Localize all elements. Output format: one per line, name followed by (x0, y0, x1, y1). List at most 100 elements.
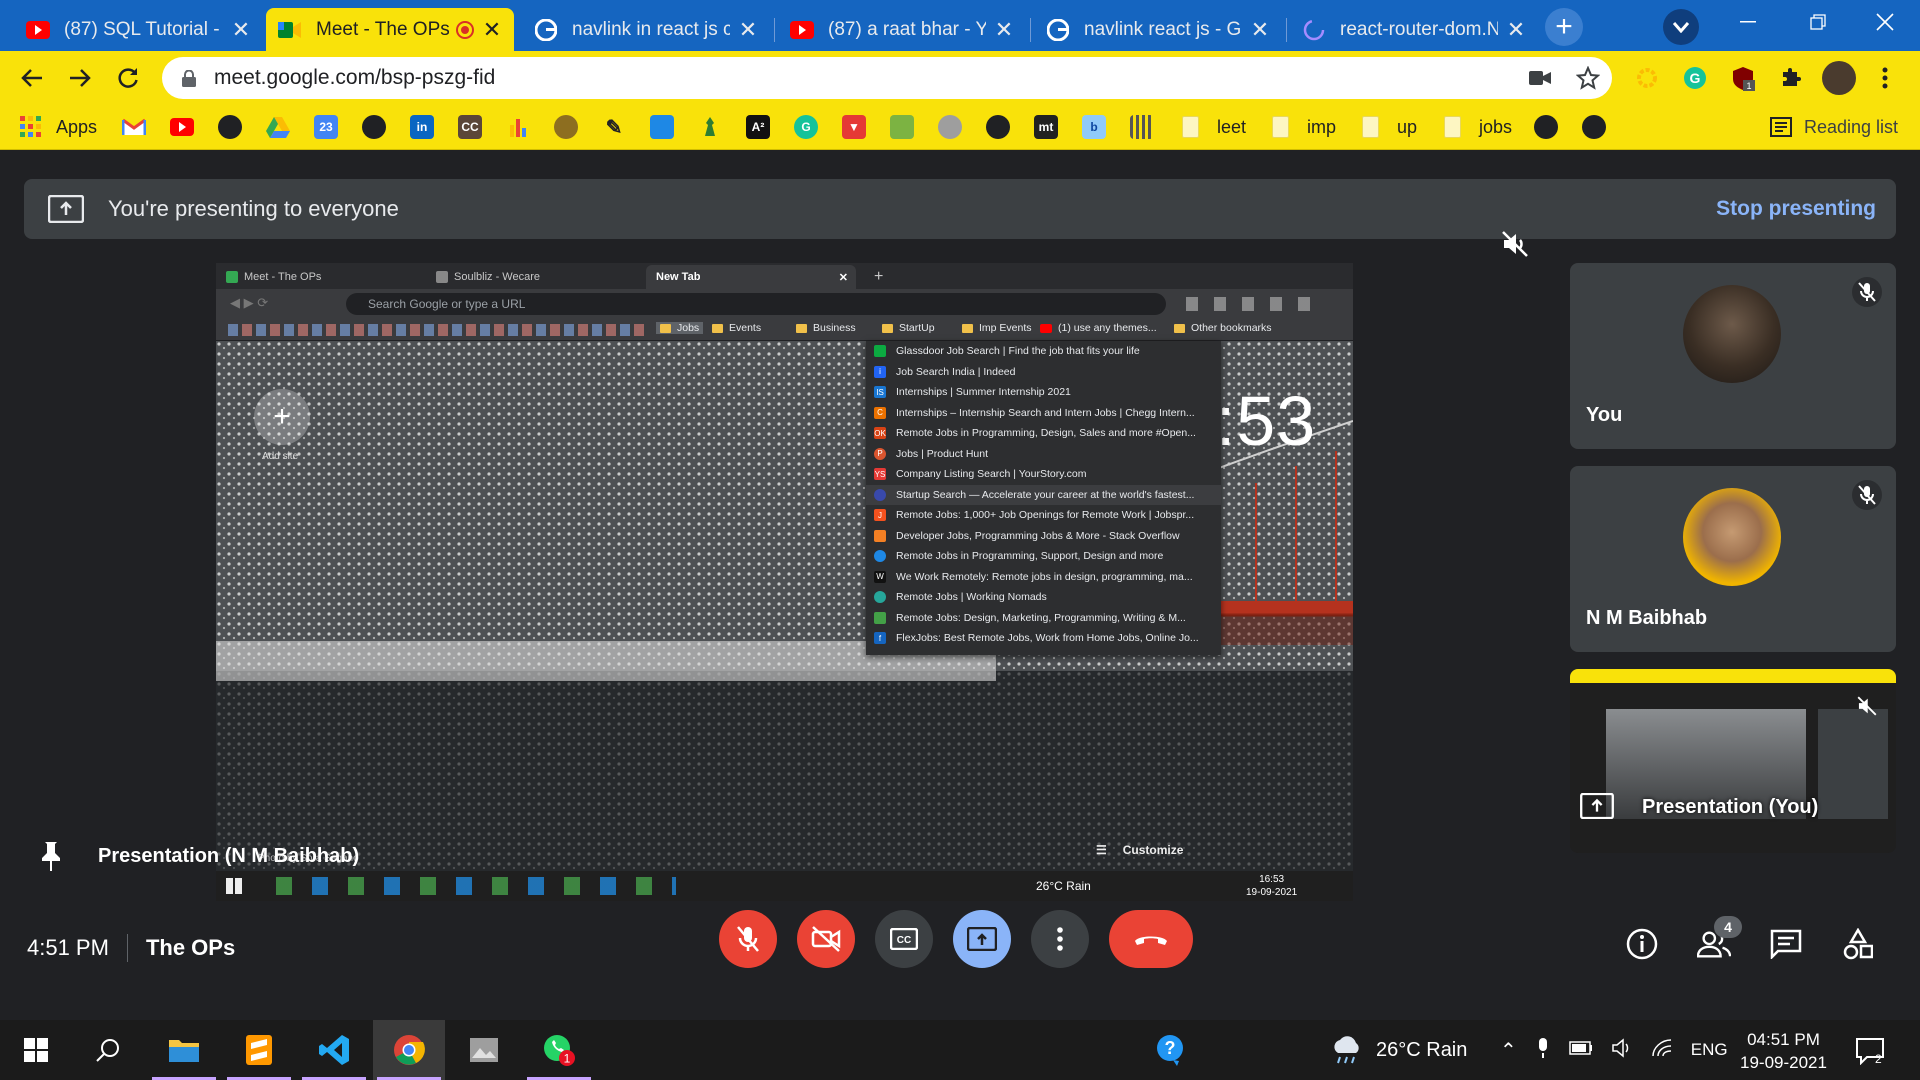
mic-toggle-button[interactable] (719, 910, 777, 968)
bookmark-folder-up[interactable]: up (1362, 114, 1417, 140)
participant-tile-you[interactable]: You (1570, 263, 1896, 449)
bookmark-gmail[interactable] (122, 114, 146, 140)
wifi-icon[interactable] (1651, 1038, 1673, 1063)
taskbar-sublime[interactable] (223, 1020, 295, 1080)
windows-icon (24, 1038, 48, 1062)
camera-toggle-button[interactable] (797, 910, 855, 968)
address-bar[interactable]: meet.google.com/bsp-pszg-fid (162, 57, 1612, 99)
notification-count: 2 (1875, 1052, 1882, 1065)
bookmark-folder-imp[interactable]: imp (1272, 114, 1336, 140)
bookmark-grammarly[interactable]: G (794, 114, 818, 140)
bookmark-codechef[interactable]: CC (458, 114, 482, 140)
language-indicator[interactable]: ENG (1691, 1040, 1728, 1060)
microphone-icon[interactable] (1537, 1037, 1549, 1063)
taskbar-chrome[interactable] (373, 1020, 445, 1080)
tab-react-router-dom[interactable]: react-router-dom.N ✕ (1290, 8, 1538, 51)
grammarly-icon[interactable]: G (1680, 63, 1710, 93)
bookmark-site-9[interactable] (938, 114, 962, 140)
bookmark-site-5[interactable] (698, 114, 722, 140)
bookmark-folder-leet[interactable]: leet (1182, 114, 1246, 140)
ok-icon: OK (874, 427, 886, 440)
bookmark-folder-jobs[interactable]: jobs (1444, 114, 1512, 140)
bookmark-site-13[interactable] (1130, 114, 1154, 140)
shared-tab-title: Soulbliz - Wecare (454, 271, 540, 283)
help-button[interactable]: ? (1134, 1020, 1206, 1080)
close-icon[interactable]: ✕ (994, 17, 1014, 43)
bookmark-site-10[interactable] (986, 114, 1010, 140)
reload-button[interactable] (106, 51, 150, 104)
present-now-button[interactable] (953, 910, 1011, 968)
more-options-button[interactable] (1031, 910, 1089, 968)
bookmark-youtube[interactable] (170, 114, 194, 140)
extension-gear-icon[interactable] (1632, 63, 1662, 93)
chevron-up-icon[interactable]: ⌃ (1500, 1038, 1517, 1063)
chat-button[interactable] (1769, 927, 1803, 961)
taskbar-photos[interactable] (448, 1020, 520, 1080)
start-button[interactable] (0, 1020, 72, 1080)
new-tab-button[interactable]: + (1545, 8, 1583, 46)
bookmark-site-1[interactable] (218, 114, 242, 140)
close-icon[interactable]: ✕ (1250, 17, 1270, 43)
shared-bm-label: Jobs (677, 322, 700, 334)
bookmark-drive[interactable] (266, 114, 290, 140)
participant-tile-presentation[interactable]: Presentation (You) (1570, 669, 1896, 853)
tab-separator (1286, 18, 1287, 42)
ublock-icon[interactable]: 1 (1728, 63, 1758, 93)
search-icon (96, 1039, 119, 1062)
bookmark-site-6[interactable]: A² (746, 114, 770, 140)
menu-kebab-icon[interactable] (1870, 63, 1900, 93)
bookmark-apps[interactable]: Apps (20, 114, 97, 140)
bookmark-site-15[interactable] (1582, 114, 1606, 140)
bookmark-site-4[interactable] (650, 114, 674, 140)
speaker-muted-icon (1852, 691, 1882, 721)
bookmark-site-7[interactable]: ▼ (842, 114, 866, 140)
close-icon[interactable]: ✕ (1506, 17, 1526, 43)
volume-icon[interactable] (1611, 1037, 1633, 1063)
reading-list-button[interactable]: Reading list (1770, 114, 1898, 140)
meeting-details-button[interactable] (1625, 927, 1659, 961)
bookmark-site-3[interactable]: ✎ (602, 114, 626, 140)
bookmark-linkedin[interactable]: in (410, 114, 434, 140)
restore-icon[interactable] (1783, 0, 1853, 44)
camera-icon[interactable] (1525, 63, 1555, 93)
bookmark-calendar[interactable]: 23 (314, 114, 338, 140)
tab-raat-bhar[interactable]: (87) a raat bhar - Yo ✕ (778, 8, 1026, 51)
bookmark-github[interactable] (362, 114, 386, 140)
tab-navlink-google[interactable]: navlink react js - Go ✕ (1034, 8, 1282, 51)
tab-sql-tutorial[interactable]: (87) SQL Tutorial - F ✕ (14, 8, 263, 51)
extensions-puzzle-icon[interactable] (1776, 63, 1806, 93)
bookmark-chart[interactable] (506, 114, 530, 140)
taskbar-whatsapp[interactable]: 1 (523, 1020, 595, 1080)
bookmark-site-12[interactable]: b (1082, 114, 1106, 140)
back-button[interactable] (10, 51, 54, 104)
bookmark-star-icon[interactable] (1573, 63, 1603, 93)
search-button[interactable] (72, 1020, 144, 1080)
close-icon[interactable]: ✕ (482, 17, 502, 43)
tab-search-icon[interactable] (1663, 9, 1699, 45)
system-clock[interactable]: 04:51 PM 19-09-2021 (1740, 1028, 1827, 1074)
bookmark-site-14[interactable] (1534, 114, 1558, 140)
profile-avatar[interactable] (1822, 61, 1856, 95)
close-icon[interactable]: ✕ (231, 17, 251, 43)
minimize-icon[interactable] (1713, 0, 1783, 44)
weather-widget[interactable]: 26°C Rain (1330, 1020, 1467, 1080)
pin-icon[interactable] (40, 841, 62, 871)
tab-meet[interactable]: Meet - The OPs ✕ (266, 8, 514, 51)
close-icon[interactable]: ✕ (738, 17, 758, 43)
bookmark-site-8[interactable] (890, 114, 914, 140)
participant-tile-nm-baibhab[interactable]: N M Baibhab (1570, 466, 1896, 652)
tab-navlink-react[interactable]: navlink in react js co ✕ (522, 8, 770, 51)
leave-call-button[interactable] (1109, 910, 1193, 968)
battery-icon[interactable] (1569, 1040, 1593, 1060)
taskbar-vscode[interactable] (298, 1020, 370, 1080)
stop-presenting-button[interactable]: Stop presenting (1716, 197, 1876, 221)
bookmark-site-11[interactable]: mt (1034, 114, 1058, 140)
shared-bm-themes: (1) use any themes... (1040, 322, 1157, 334)
notification-center-button[interactable]: 2 (1852, 1033, 1888, 1069)
taskbar-file-explorer[interactable] (148, 1020, 220, 1080)
captions-button[interactable]: CC (875, 910, 933, 968)
forward-button[interactable] (58, 51, 102, 104)
close-window-icon[interactable] (1850, 0, 1920, 44)
bookmark-site-2[interactable] (554, 114, 578, 140)
activities-button[interactable] (1841, 927, 1875, 961)
